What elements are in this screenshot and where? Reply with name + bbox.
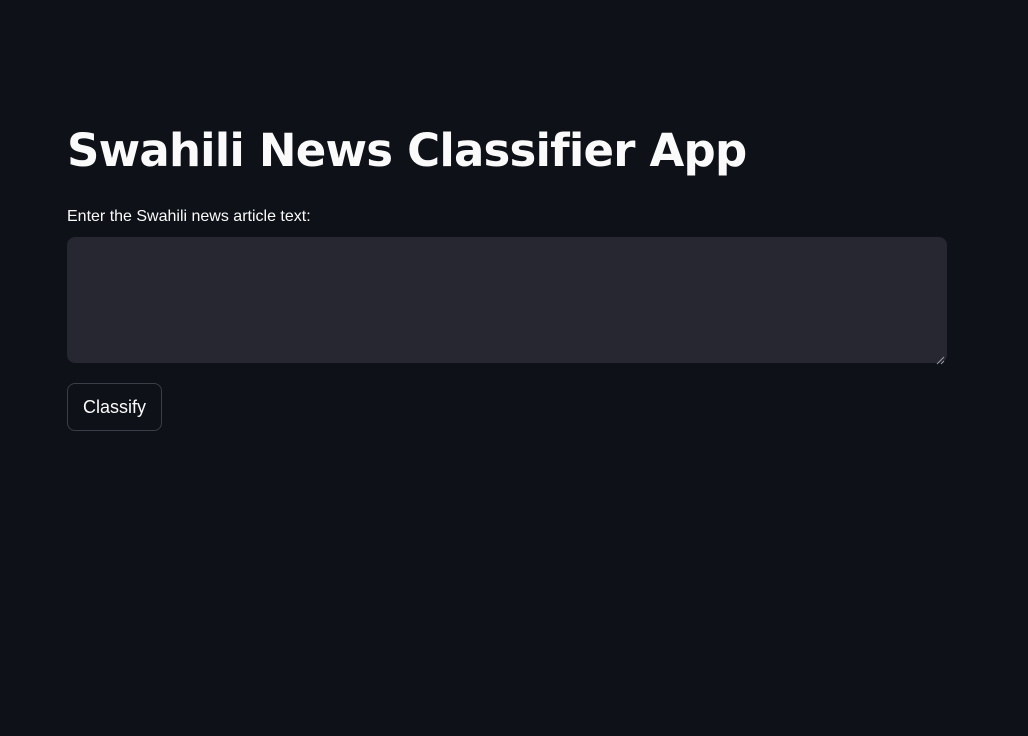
resize-handle-icon[interactable]	[936, 352, 945, 365]
app-container: Swahili News Classifier App Enter the Sw…	[0, 0, 1028, 736]
article-textarea-wrapper	[67, 237, 947, 365]
article-text-input[interactable]	[67, 237, 947, 363]
page-title: Swahili News Classifier App	[67, 124, 747, 177]
classify-button[interactable]: Classify	[67, 383, 163, 431]
main-content: Swahili News Classifier App Enter the Sw…	[67, 112, 947, 431]
article-text-label: Enter the Swahili news article text:	[67, 208, 311, 225]
